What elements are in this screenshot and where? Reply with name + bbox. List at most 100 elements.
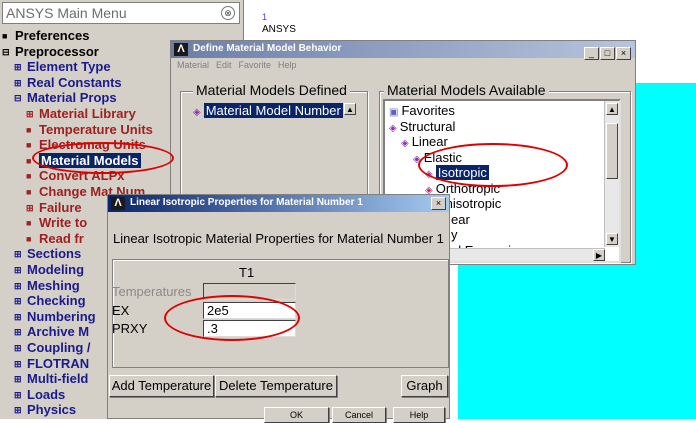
scroll-up-icon[interactable]: ▲ bbox=[344, 103, 356, 115]
expand-icon: ⊞ bbox=[14, 77, 22, 88]
expand-icon: ⊞ bbox=[26, 109, 34, 119]
ansys-logo-icon: Λ bbox=[111, 197, 125, 210]
material-icon: ◈ bbox=[401, 138, 409, 149]
tree-item[interactable]: ear bbox=[451, 212, 470, 227]
graph-button[interactable]: Graph bbox=[401, 375, 448, 397]
menu-item-label: Numbering bbox=[27, 308, 96, 324]
linear-isotropic-title: Linear Isotropic Properties for Material… bbox=[130, 197, 363, 208]
add-temperature-button[interactable]: Add Temperature bbox=[109, 375, 214, 397]
graphics-line-number: 1 bbox=[262, 12, 268, 22]
menu-item-label: Meshing bbox=[27, 277, 80, 293]
menu-material[interactable]: Material bbox=[177, 60, 209, 70]
annotation-ring-material-models bbox=[32, 142, 174, 174]
expand-icon: ⊞ bbox=[14, 389, 22, 400]
expand-icon: ⊞ bbox=[14, 265, 22, 275]
command-icon: ■ bbox=[26, 140, 32, 151]
expand-icon: ⊞ bbox=[14, 311, 22, 322]
menu-item[interactable]: ⊞ FLOTRAN bbox=[14, 356, 89, 372]
menu-item[interactable]: ⊞ Failure bbox=[26, 200, 82, 216]
tree-item[interactable]: ▣ Favorites bbox=[389, 103, 455, 120]
defined-group-label: Material Models Defined bbox=[193, 82, 350, 98]
expand-icon: ⊞ bbox=[14, 249, 22, 260]
menu-item[interactable]: ⊞ Archive M bbox=[14, 324, 89, 340]
graphics-ansys-text: ANSYS bbox=[262, 24, 296, 35]
menu-item[interactable]: ■ Read fr bbox=[26, 231, 84, 247]
menu-item[interactable]: ⊞ Real Constants bbox=[14, 75, 122, 91]
expand-icon: ⊞ bbox=[14, 358, 22, 369]
menu-item[interactable]: ⊞ Meshing bbox=[14, 278, 80, 294]
scroll-down-icon[interactable]: ▼ bbox=[606, 233, 618, 245]
menu-item-label: Checking bbox=[27, 293, 86, 309]
tree-item-label: y bbox=[451, 227, 458, 242]
close-button[interactable]: × bbox=[431, 197, 446, 210]
command-icon: ■ bbox=[26, 233, 32, 244]
menu-edit[interactable]: Edit bbox=[216, 60, 232, 70]
menu-item-label: Real Constants bbox=[27, 74, 122, 90]
prxy-label: PRXY bbox=[112, 321, 148, 336]
menu-item-label: Loads bbox=[27, 386, 66, 402]
menu-item-label: Preferences bbox=[15, 28, 90, 43]
material-icon: ◈ bbox=[389, 122, 397, 134]
menu-item-label: Modeling bbox=[27, 262, 85, 277]
menu-item-label: Failure bbox=[39, 199, 82, 215]
menu-item-label: Archive M bbox=[27, 324, 90, 340]
command-icon: ■ bbox=[2, 31, 8, 41]
menu-help[interactable]: Help bbox=[278, 60, 297, 70]
dialog-heading: Linear Isotropic Material Properties for… bbox=[113, 231, 444, 246]
menu-item[interactable]: ⊞ Element Type bbox=[14, 59, 111, 75]
tree-item[interactable]: ◈ Structural bbox=[389, 119, 455, 136]
menu-item-label: Element Type bbox=[27, 59, 111, 75]
collapse-tree-icon: ⊟ bbox=[2, 46, 10, 57]
scroll-thumb[interactable] bbox=[606, 123, 618, 179]
expand-icon: ⊞ bbox=[14, 296, 22, 307]
main-menu-title: ANSYS Main Menu ⊗ bbox=[2, 2, 240, 24]
expand-icon: ⊞ bbox=[14, 327, 22, 338]
menu-item-label: Read fr bbox=[39, 230, 84, 246]
collapse-icon[interactable]: ⊗ bbox=[221, 6, 235, 20]
defined-item-label: Material Model Number bbox=[203, 103, 343, 118]
help-button[interactable]: Help bbox=[393, 407, 445, 423]
menu-favorite[interactable]: Favorite bbox=[239, 60, 272, 70]
cancel-button[interactable]: Cancel bbox=[332, 407, 386, 423]
command-icon: ■ bbox=[26, 218, 32, 229]
expand-icon: ⊞ bbox=[14, 343, 22, 353]
menu-item[interactable]: ■ Temperature Units bbox=[26, 122, 153, 138]
menu-item-label: Temperature Units bbox=[39, 121, 153, 137]
ok-button[interactable]: OK bbox=[264, 407, 329, 423]
menu-item[interactable]: ⊞ Loads bbox=[14, 387, 65, 403]
tree-item[interactable]: y bbox=[451, 227, 458, 242]
expand-icon: ⊞ bbox=[14, 374, 22, 385]
close-button[interactable]: × bbox=[616, 47, 631, 60]
define-material-titlebar[interactable]: Λ Define Material Model Behavior _ □ × bbox=[171, 41, 635, 60]
material-icon: ◈ bbox=[193, 107, 201, 118]
menu-item[interactable]: ⊟ Preprocessor bbox=[2, 44, 99, 60]
tree-item-label: ear bbox=[451, 211, 470, 227]
ansys-logo-icon: Λ bbox=[174, 43, 188, 56]
menu-item[interactable]: ⊞ Sections bbox=[14, 246, 81, 262]
menu-item[interactable]: ⊞ Physics bbox=[14, 402, 76, 418]
menu-item-label: Sections bbox=[27, 246, 82, 262]
menu-item[interactable]: ⊞ Multi-field bbox=[14, 371, 88, 387]
menu-item[interactable]: ⊞ Numbering bbox=[14, 309, 96, 325]
scroll-right-icon[interactable]: ▶ bbox=[593, 249, 605, 261]
menu-item[interactable]: ⊞ Material Library bbox=[26, 106, 136, 122]
menu-item[interactable]: ⊞ Checking bbox=[14, 293, 86, 309]
menu-item[interactable]: ⊞ Modeling bbox=[14, 262, 84, 278]
menu-item-label: Coupling / bbox=[27, 340, 91, 355]
maximize-button[interactable]: □ bbox=[600, 47, 615, 60]
linear-isotropic-titlebar[interactable]: Λ Linear Isotropic Properties for Materi… bbox=[108, 195, 449, 212]
collapse-tree-icon: ⊟ bbox=[14, 93, 22, 104]
menu-item[interactable]: ■ Preferences bbox=[2, 28, 89, 44]
menu-item[interactable]: ■ Write to bbox=[26, 215, 87, 231]
menu-item[interactable]: ⊞ Coupling / bbox=[14, 340, 91, 356]
minimize-button[interactable]: _ bbox=[584, 47, 599, 60]
tree-scrollbar[interactable]: ▲ ▼ bbox=[604, 101, 619, 247]
command-icon: ■ bbox=[26, 124, 32, 135]
menu-item[interactable]: ⊟ Material Props bbox=[14, 90, 117, 106]
delete-temperature-button[interactable]: Delete Temperature bbox=[215, 375, 337, 397]
list-item[interactable]: ◈ Material Model Number bbox=[193, 103, 343, 120]
expand-icon: ⊞ bbox=[14, 405, 22, 416]
scroll-up-icon[interactable]: ▲ bbox=[606, 103, 618, 115]
expand-icon: ⊞ bbox=[14, 280, 22, 291]
expand-icon: ⊞ bbox=[14, 62, 22, 73]
